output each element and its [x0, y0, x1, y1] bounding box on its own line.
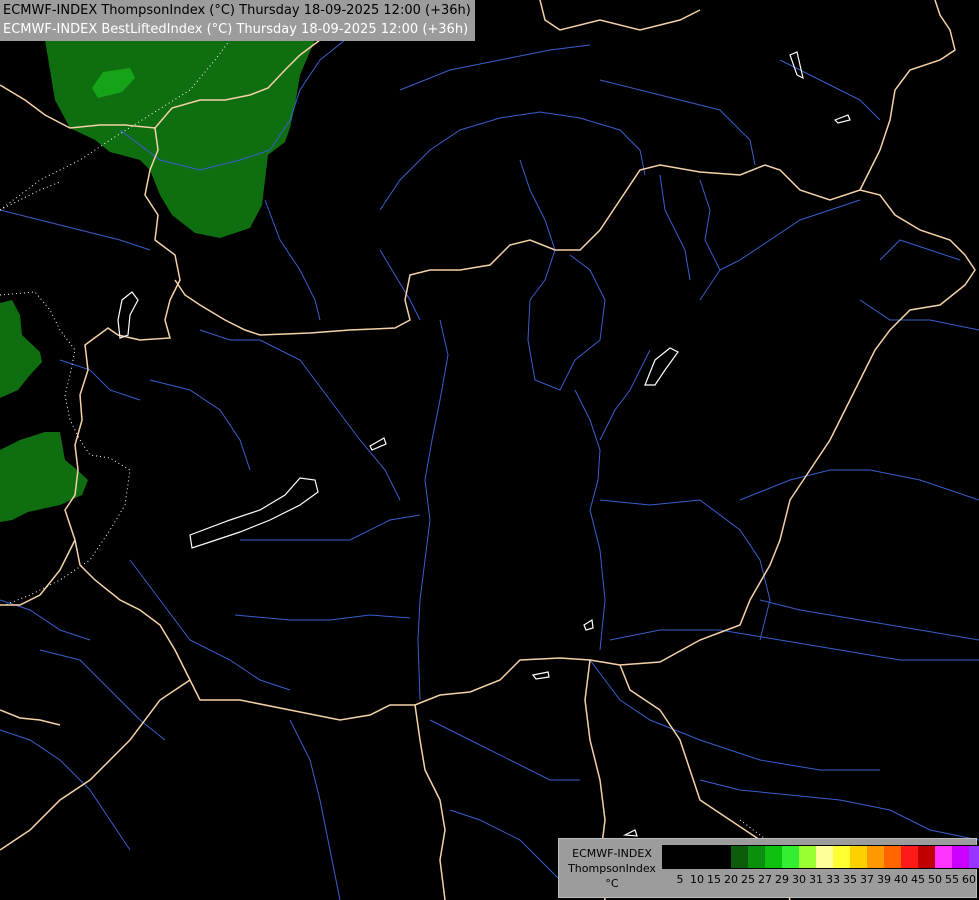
color-legend: ECMWF-INDEX ThompsonIndex °C 5 10 15 20 25 27… — [558, 838, 979, 898]
title-best-lifted-index: ECMWF-INDEX BestLiftedIndex (°C) Thursda… — [3, 22, 469, 37]
legend-tick: 5 — [676, 873, 684, 886]
legend-tick: 27 — [758, 873, 772, 886]
legend-swatch — [680, 846, 697, 868]
legend-label: ECMWF-INDEX ThompsonIndex °C — [563, 846, 661, 891]
weather-map — [0, 0, 979, 900]
legend-tick: 30 — [792, 873, 806, 886]
legend-label-index: ThompsonIndex — [568, 862, 656, 875]
legend-swatch — [901, 846, 918, 868]
legend-tick: 10 — [690, 873, 704, 886]
legend-tick: 60 — [962, 873, 976, 886]
legend-tick: 20 — [724, 873, 738, 886]
legend-swatch — [748, 846, 765, 868]
legend-swatch — [884, 846, 901, 868]
title-thompson-index: ECMWF-INDEX ThompsonIndex (°C) Thursday … — [3, 3, 471, 18]
legend-tick: 15 — [707, 873, 721, 886]
legend-color-scale — [662, 845, 979, 869]
legend-swatch — [714, 846, 731, 868]
legend-tick: 37 — [860, 873, 874, 886]
legend-tick: 25 — [741, 873, 755, 886]
legend-tick: 33 — [826, 873, 840, 886]
legend-swatch — [731, 846, 748, 868]
legend-swatch — [952, 846, 969, 868]
map-view: ECMWF-INDEX ThompsonIndex (°C) Thursday … — [0, 0, 979, 900]
legend-label-model: ECMWF-INDEX — [572, 847, 652, 860]
legend-swatch — [918, 846, 935, 868]
map-title-box: ECMWF-INDEX ThompsonIndex (°C) Thursday … — [0, 0, 475, 41]
legend-swatch — [850, 846, 867, 868]
legend-tick: 40 — [894, 873, 908, 886]
legend-swatch — [765, 846, 782, 868]
legend-tick: 31 — [809, 873, 823, 886]
legend-swatch — [799, 846, 816, 868]
legend-swatch — [969, 846, 979, 868]
legend-tick: 39 — [877, 873, 891, 886]
legend-swatch — [782, 846, 799, 868]
legend-tick: 55 — [945, 873, 959, 886]
legend-swatch — [935, 846, 952, 868]
legend-tick: 45 — [911, 873, 925, 886]
legend-swatch — [816, 846, 833, 868]
legend-tick: 50 — [928, 873, 942, 886]
legend-tick: 35 — [843, 873, 857, 886]
legend-label-unit: °C — [605, 877, 619, 890]
legend-swatch — [833, 846, 850, 868]
legend-swatch — [867, 846, 884, 868]
legend-swatch — [697, 846, 714, 868]
legend-tick: 29 — [775, 873, 789, 886]
legend-swatch — [663, 846, 680, 868]
